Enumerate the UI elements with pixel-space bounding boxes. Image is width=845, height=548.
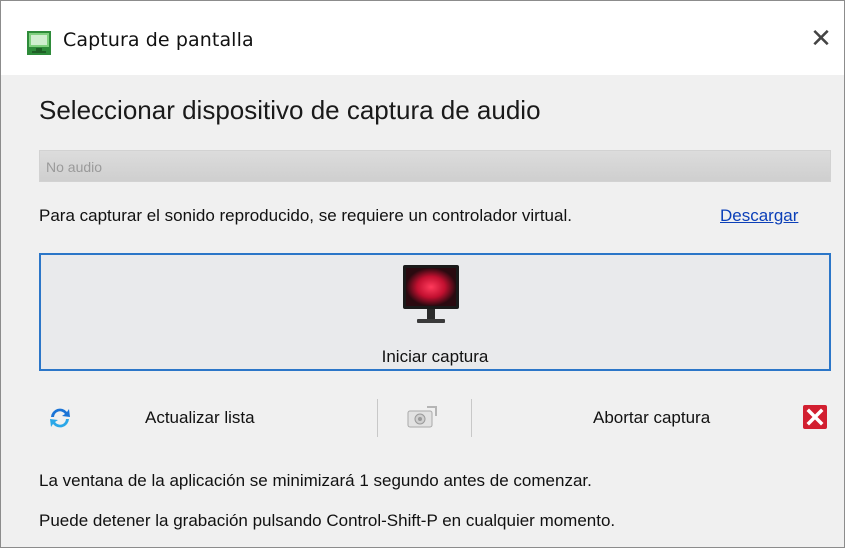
toolbar-divider xyxy=(377,399,378,437)
screen-capture-app-icon xyxy=(27,31,51,55)
refresh-list-button[interactable]: Actualizar lista xyxy=(39,393,379,443)
start-capture-button[interactable]: Iniciar captura xyxy=(39,253,831,371)
audio-device-selected-value: No audio xyxy=(46,159,103,175)
virtual-driver-info-text: Para capturar el sonido reproducido, se … xyxy=(39,206,572,225)
title-bar: Captura de pantalla ✕ xyxy=(1,1,844,75)
page-title: Seleccionar dispositivo de captura de au… xyxy=(39,95,541,125)
start-capture-label: Iniciar captura xyxy=(381,347,489,366)
abort-capture-button[interactable]: Abortar captura xyxy=(489,393,831,443)
toolbar-divider xyxy=(471,399,472,437)
capture-toolbar: Actualizar lista Abortar captura xyxy=(39,393,831,443)
abort-capture-label: Abortar captura xyxy=(593,408,711,427)
minimize-note: La ventana de la aplicación se minimizar… xyxy=(39,471,592,490)
capture-settings-icon[interactable] xyxy=(405,403,439,433)
close-icon[interactable]: ✕ xyxy=(802,23,840,55)
refresh-icon xyxy=(47,405,73,431)
dialog-content: Seleccionar dispositivo de captura de au… xyxy=(1,75,844,547)
abort-x-icon xyxy=(803,405,827,429)
download-link[interactable]: Descargar xyxy=(720,206,798,226)
stop-shortcut-note: Puede detener la grabación pulsando Cont… xyxy=(39,511,616,530)
window-title: Captura de pantalla xyxy=(63,29,254,51)
monitor-record-icon xyxy=(401,263,461,329)
refresh-list-label: Actualizar lista xyxy=(145,408,255,427)
capture-dialog: Captura de pantalla ✕ Seleccionar dispos… xyxy=(0,0,845,548)
audio-device-select[interactable]: No audio xyxy=(39,150,831,182)
